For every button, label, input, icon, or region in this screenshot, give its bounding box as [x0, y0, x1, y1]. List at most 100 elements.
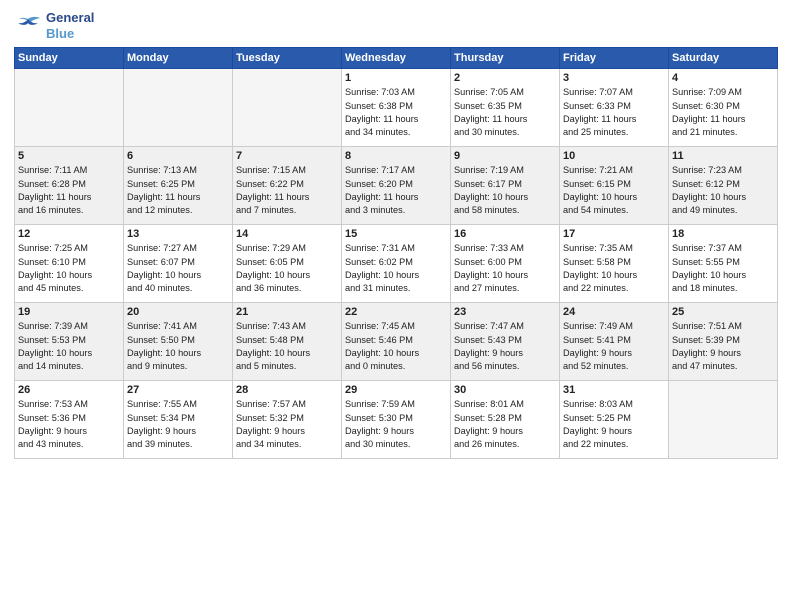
- day-number: 17: [563, 228, 665, 240]
- day-info: Sunrise: 7:55 AM Sunset: 5:34 PM Dayligh…: [127, 398, 229, 451]
- day-number: 5: [18, 150, 120, 162]
- col-header-thursday: Thursday: [451, 48, 560, 69]
- day-cell: 12 Sunrise: 7:25 AM Sunset: 6:10 PM Dayli…: [15, 225, 124, 303]
- day-cell: 20 Sunrise: 7:41 AM Sunset: 5:50 PM Dayli…: [124, 303, 233, 381]
- day-info: Sunrise: 7:47 AM Sunset: 5:43 PM Dayligh…: [454, 320, 556, 373]
- day-cell: 14 Sunrise: 7:29 AM Sunset: 6:05 PM Dayli…: [233, 225, 342, 303]
- day-number: 8: [345, 150, 447, 162]
- calendar: SundayMondayTuesdayWednesdayThursdayFrid…: [14, 47, 778, 459]
- day-info: Sunrise: 7:49 AM Sunset: 5:41 PM Dayligh…: [563, 320, 665, 373]
- day-number: 18: [672, 228, 774, 240]
- day-number: 26: [18, 384, 120, 396]
- day-info: Sunrise: 7:15 AM Sunset: 6:22 PM Dayligh…: [236, 164, 338, 217]
- header-row: SundayMondayTuesdayWednesdayThursdayFrid…: [15, 48, 778, 69]
- day-cell: 19Sunrise: 7:39 AM Sunset: 5:53 PM Dayli…: [15, 303, 124, 381]
- day-info: Sunrise: 7:37 AM Sunset: 5:55 PM Dayligh…: [672, 242, 774, 295]
- day-cell: 9 Sunrise: 7:19 AM Sunset: 6:17 PM Daylig…: [451, 147, 560, 225]
- logo: General Blue: [14, 10, 94, 41]
- day-cell: 8 Sunrise: 7:17 AM Sunset: 6:20 PM Daylig…: [342, 147, 451, 225]
- day-cell: 24Sunrise: 7:49 AM Sunset: 5:41 PM Dayli…: [560, 303, 669, 381]
- day-number: 30: [454, 384, 556, 396]
- day-cell: 3 Sunrise: 7:07 AM Sunset: 6:33 PM Daylig…: [560, 69, 669, 147]
- day-info: Sunrise: 7:09 AM Sunset: 6:30 PM Dayligh…: [672, 86, 774, 139]
- day-cell: 5 Sunrise: 7:11 AM Sunset: 6:28 PM Daylig…: [15, 147, 124, 225]
- day-info: Sunrise: 7:03 AM Sunset: 6:38 PM Dayligh…: [345, 86, 447, 139]
- day-number: 6: [127, 150, 229, 162]
- logo-icon: [14, 15, 42, 37]
- day-info: Sunrise: 7:07 AM Sunset: 6:33 PM Dayligh…: [563, 86, 665, 139]
- day-cell: 31 Sunrise: 8:03 AM Sunset: 5:25 PM Dayli…: [560, 381, 669, 459]
- day-number: 25: [672, 306, 774, 318]
- header: General Blue: [14, 10, 778, 41]
- day-cell: 23 Sunrise: 7:47 AM Sunset: 5:43 PM Dayli…: [451, 303, 560, 381]
- day-cell: 17 Sunrise: 7:35 AM Sunset: 5:58 PM Dayli…: [560, 225, 669, 303]
- day-info: Sunrise: 7:35 AM Sunset: 5:58 PM Dayligh…: [563, 242, 665, 295]
- day-cell: 4 Sunrise: 7:09 AM Sunset: 6:30 PM Daylig…: [669, 69, 778, 147]
- day-cell: 27Sunrise: 7:55 AM Sunset: 5:34 PM Dayli…: [124, 381, 233, 459]
- day-info: Sunrise: 7:23 AM Sunset: 6:12 PM Dayligh…: [672, 164, 774, 217]
- day-number: 21: [236, 306, 338, 318]
- day-number: 7: [236, 150, 338, 162]
- day-info: Sunrise: 7:31 AM Sunset: 6:02 PM Dayligh…: [345, 242, 447, 295]
- day-info: Sunrise: 7:45 AM Sunset: 5:46 PM Dayligh…: [345, 320, 447, 373]
- day-info: Sunrise: 7:11 AM Sunset: 6:28 PM Dayligh…: [18, 164, 120, 217]
- day-info: Sunrise: 8:01 AM Sunset: 5:28 PM Dayligh…: [454, 398, 556, 451]
- day-cell: 29 Sunrise: 7:59 AM Sunset: 5:30 PM Dayli…: [342, 381, 451, 459]
- day-number: 28: [236, 384, 338, 396]
- col-header-sunday: Sunday: [15, 48, 124, 69]
- day-cell: 15 Sunrise: 7:31 AM Sunset: 6:02 PM Dayli…: [342, 225, 451, 303]
- week-row-1: 1 Sunrise: 7:03 AM Sunset: 6:38 PM Daylig…: [15, 69, 778, 147]
- day-cell: 26Sunrise: 7:53 AM Sunset: 5:36 PM Dayli…: [15, 381, 124, 459]
- col-header-tuesday: Tuesday: [233, 48, 342, 69]
- day-number: 16: [454, 228, 556, 240]
- day-info: Sunrise: 8:03 AM Sunset: 5:25 PM Dayligh…: [563, 398, 665, 451]
- week-row-5: 26Sunrise: 7:53 AM Sunset: 5:36 PM Dayli…: [15, 381, 778, 459]
- day-cell: 18 Sunrise: 7:37 AM Sunset: 5:55 PM Dayli…: [669, 225, 778, 303]
- day-cell: [15, 69, 124, 147]
- day-number: 1: [345, 72, 447, 84]
- day-info: Sunrise: 7:19 AM Sunset: 6:17 PM Dayligh…: [454, 164, 556, 217]
- day-info: Sunrise: 7:41 AM Sunset: 5:50 PM Dayligh…: [127, 320, 229, 373]
- day-info: Sunrise: 7:13 AM Sunset: 6:25 PM Dayligh…: [127, 164, 229, 217]
- day-info: Sunrise: 7:05 AM Sunset: 6:35 PM Dayligh…: [454, 86, 556, 139]
- day-info: Sunrise: 7:51 AM Sunset: 5:39 PM Dayligh…: [672, 320, 774, 373]
- day-info: Sunrise: 7:39 AM Sunset: 5:53 PM Dayligh…: [18, 320, 120, 373]
- col-header-wednesday: Wednesday: [342, 48, 451, 69]
- day-cell: 11Sunrise: 7:23 AM Sunset: 6:12 PM Dayli…: [669, 147, 778, 225]
- day-info: Sunrise: 7:33 AM Sunset: 6:00 PM Dayligh…: [454, 242, 556, 295]
- day-info: Sunrise: 7:17 AM Sunset: 6:20 PM Dayligh…: [345, 164, 447, 217]
- col-header-saturday: Saturday: [669, 48, 778, 69]
- day-number: 15: [345, 228, 447, 240]
- week-row-2: 5 Sunrise: 7:11 AM Sunset: 6:28 PM Daylig…: [15, 147, 778, 225]
- day-info: Sunrise: 7:59 AM Sunset: 5:30 PM Dayligh…: [345, 398, 447, 451]
- day-number: 3: [563, 72, 665, 84]
- day-cell: 2Sunrise: 7:05 AM Sunset: 6:35 PM Daylig…: [451, 69, 560, 147]
- day-cell: 6 Sunrise: 7:13 AM Sunset: 6:25 PM Daylig…: [124, 147, 233, 225]
- day-cell: 21Sunrise: 7:43 AM Sunset: 5:48 PM Dayli…: [233, 303, 342, 381]
- day-cell: 22 Sunrise: 7:45 AM Sunset: 5:46 PM Dayli…: [342, 303, 451, 381]
- day-number: 4: [672, 72, 774, 84]
- day-cell: 16 Sunrise: 7:33 AM Sunset: 6:00 PM Dayli…: [451, 225, 560, 303]
- day-number: 12: [18, 228, 120, 240]
- day-number: 14: [236, 228, 338, 240]
- day-number: 23: [454, 306, 556, 318]
- day-cell: 13 Sunrise: 7:27 AM Sunset: 6:07 PM Dayli…: [124, 225, 233, 303]
- day-number: 29: [345, 384, 447, 396]
- day-cell: 7 Sunrise: 7:15 AM Sunset: 6:22 PM Daylig…: [233, 147, 342, 225]
- day-number: 10: [563, 150, 665, 162]
- day-cell: 25 Sunrise: 7:51 AM Sunset: 5:39 PM Dayli…: [669, 303, 778, 381]
- day-number: 22: [345, 306, 447, 318]
- day-info: Sunrise: 7:25 AM Sunset: 6:10 PM Dayligh…: [18, 242, 120, 295]
- day-info: Sunrise: 7:29 AM Sunset: 6:05 PM Dayligh…: [236, 242, 338, 295]
- day-info: Sunrise: 7:27 AM Sunset: 6:07 PM Dayligh…: [127, 242, 229, 295]
- page: General Blue SundayMondayTuesdayWednesda…: [0, 0, 792, 612]
- day-cell: [669, 381, 778, 459]
- day-number: 20: [127, 306, 229, 318]
- day-cell: 28Sunrise: 7:57 AM Sunset: 5:32 PM Dayli…: [233, 381, 342, 459]
- week-row-4: 19Sunrise: 7:39 AM Sunset: 5:53 PM Dayli…: [15, 303, 778, 381]
- day-number: 31: [563, 384, 665, 396]
- col-header-monday: Monday: [124, 48, 233, 69]
- day-info: Sunrise: 7:21 AM Sunset: 6:15 PM Dayligh…: [563, 164, 665, 217]
- day-number: 13: [127, 228, 229, 240]
- day-number: 9: [454, 150, 556, 162]
